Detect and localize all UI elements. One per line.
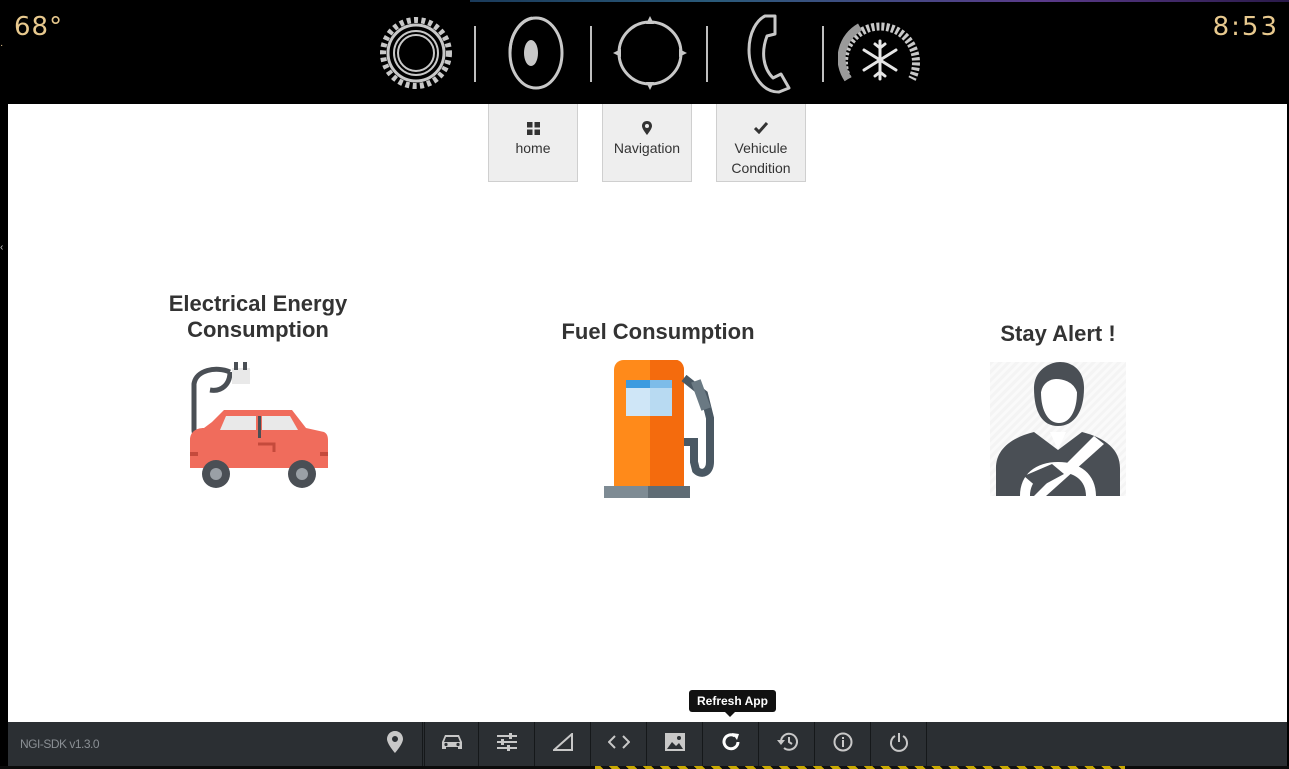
- top-separator: [590, 26, 592, 82]
- nav-home-label: home: [515, 140, 551, 156]
- fuel-pump-icon[interactable]: [604, 358, 726, 503]
- history-icon: [776, 732, 798, 757]
- driver-alert-icon[interactable]: [990, 362, 1126, 496]
- nav-vehicule-condition-button[interactable]: Vehicule Condition: [716, 104, 806, 182]
- climate-fan-icon[interactable]: [838, 10, 922, 96]
- image-button[interactable]: [648, 722, 703, 766]
- map-pin-icon: [642, 120, 652, 136]
- sliders-button[interactable]: [480, 722, 535, 766]
- main-content: home Navigation Vehicule Condition Elect…: [8, 104, 1287, 722]
- signal-icon: [551, 731, 573, 756]
- car-icon: [441, 733, 463, 756]
- refresh-app-button[interactable]: [704, 722, 759, 766]
- info-icon: [833, 732, 853, 757]
- top-glow-line: [470, 0, 1289, 2]
- card-title-electrical: Electrical Energy Consumption: [168, 291, 348, 342]
- audio-speaker-icon[interactable]: [498, 10, 568, 96]
- nav-navigation-label: Navigation: [613, 140, 681, 156]
- history-button[interactable]: [760, 722, 815, 766]
- grid-icon: [526, 120, 540, 136]
- navigation-compass-icon[interactable]: [612, 10, 688, 96]
- top-status-bar: 68° 8:53: [0, 0, 1289, 104]
- code-icon: [607, 734, 631, 754]
- phone-handset-icon[interactable]: [730, 10, 800, 96]
- signal-button[interactable]: [536, 722, 591, 766]
- location-icon: [387, 730, 403, 758]
- refresh-app-tooltip: Refresh App: [689, 690, 776, 717]
- top-separator: [822, 26, 824, 82]
- settings-gear-icon[interactable]: [376, 10, 456, 96]
- power-button[interactable]: [872, 722, 927, 766]
- sdk-version-label: NGI-SDK v1.3.0: [20, 737, 100, 751]
- edge-tick: ·: [0, 40, 4, 51]
- power-icon: [889, 732, 909, 757]
- code-button[interactable]: [592, 722, 647, 766]
- nav-vehicule-condition-label: Vehicule Condition: [731, 140, 791, 176]
- card-title-stay-alert: Stay Alert !: [1000, 321, 1116, 346]
- nav-navigation-button[interactable]: Navigation: [602, 104, 692, 182]
- top-separator: [474, 26, 476, 82]
- electric-car-icon[interactable]: [186, 360, 330, 501]
- chevron-left-icon[interactable]: ‹: [0, 242, 3, 253]
- car-button[interactable]: [424, 722, 479, 766]
- card-title-fuel: Fuel Consumption: [561, 319, 755, 344]
- sliders-icon: [497, 732, 517, 756]
- checkmark-icon: [754, 120, 768, 136]
- image-icon: [665, 732, 685, 756]
- top-separator: [706, 26, 708, 82]
- clock-readout: 8:53: [1212, 12, 1279, 42]
- temperature-readout: 68°: [14, 12, 64, 42]
- refresh-icon: [721, 732, 741, 757]
- sdk-toolbar: NGI-SDK v1.3.0: [8, 722, 1287, 766]
- nav-home-button[interactable]: home: [488, 104, 578, 182]
- location-button[interactable]: [368, 722, 423, 766]
- info-button[interactable]: [816, 722, 871, 766]
